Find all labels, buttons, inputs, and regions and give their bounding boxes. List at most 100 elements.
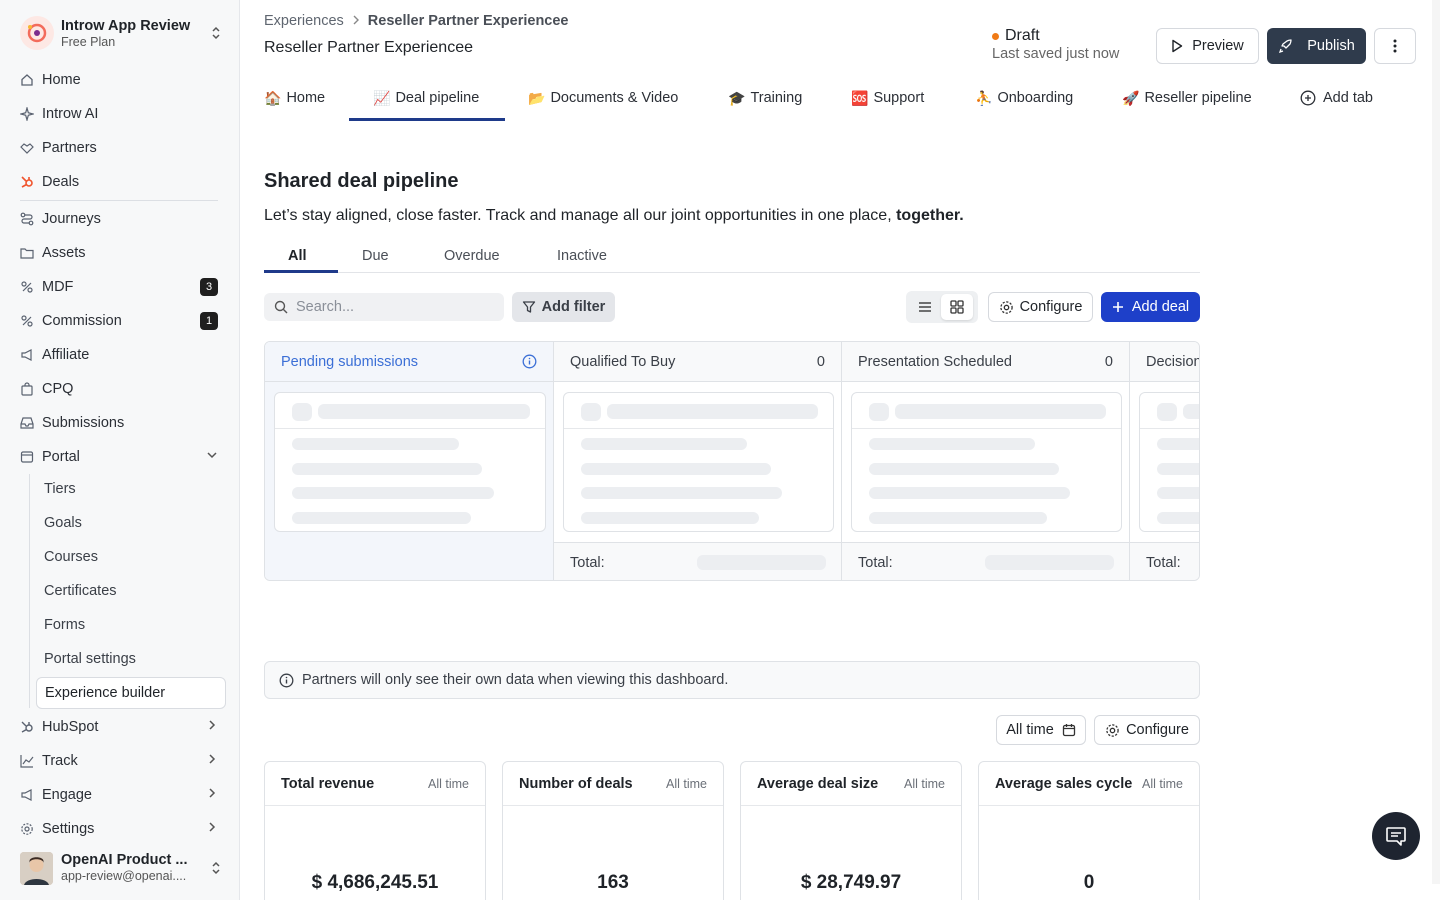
tab-label: Training (750, 90, 803, 106)
chevron-right-icon (206, 820, 218, 838)
configure-pipeline-button[interactable]: Configure (988, 292, 1093, 322)
chat-support-button[interactable] (1372, 812, 1420, 860)
person-running-icon: ⛹ (975, 89, 993, 106)
tab-onboarding[interactable]: ⛹ Onboarding (975, 78, 1073, 118)
pipeline-column-pending: Pending submissions (265, 342, 554, 580)
sidebar-item-home[interactable]: Home (20, 65, 224, 95)
column-footer: Total: (842, 542, 1129, 580)
add-deal-button[interactable]: Add deal (1101, 292, 1200, 322)
configure-label: Configure (1019, 299, 1083, 315)
graduation-cap-icon: 🎓 (728, 89, 746, 106)
sidebar-item-label: Commission (42, 313, 122, 329)
user-menu[interactable]: OpenAI Product ... app-review@openai.... (20, 850, 224, 886)
add-filter-button[interactable]: Add filter (512, 292, 615, 322)
sos-icon: 🆘 (851, 89, 869, 106)
sidebar-subitem-courses[interactable]: Courses (36, 542, 226, 572)
column-header[interactable]: Decision (1130, 342, 1199, 382)
info-icon (279, 673, 294, 688)
workspace-plan: Free Plan (61, 34, 116, 49)
column-header[interactable]: Pending submissions (265, 342, 553, 382)
sidebar-item-journeys[interactable]: Journeys (20, 204, 224, 234)
workspace-switcher[interactable]: Introw App Review Free Plan (20, 14, 224, 52)
sidebar-item-settings[interactable]: Settings (20, 814, 224, 844)
column-title: Pending submissions (281, 353, 419, 370)
board-view-button[interactable] (941, 294, 973, 320)
sidebar-item-introw-ai[interactable]: Introw AI (20, 99, 224, 129)
sidebar-item-affiliate[interactable]: Affiliate (20, 340, 224, 370)
column-title: Presentation Scheduled (858, 353, 1012, 370)
preview-button[interactable]: Preview (1156, 28, 1259, 64)
sidebar-item-label: CPQ (42, 381, 74, 397)
tab-deal-pipeline[interactable]: 📈 Deal pipeline (373, 78, 479, 118)
tab-training[interactable]: 🎓 Training (728, 78, 802, 118)
sidebar-item-hubspot[interactable]: HubSpot (20, 712, 224, 742)
stat-card-number-of-deals: Number of deals All time 163 (502, 761, 724, 900)
sidebar-subitem-experience-builder[interactable]: Experience builder (36, 677, 226, 709)
stat-value: 163 (597, 872, 629, 893)
skeleton-card (851, 392, 1122, 532)
sidebar-subitem-tiers[interactable]: Tiers (36, 474, 226, 504)
stat-card-average-sales-cycle: Average sales cycle All time 0 (978, 761, 1200, 900)
sidebar-item-label: Portal (42, 449, 80, 465)
tab-label: Support (873, 90, 925, 106)
percent-icon (20, 280, 34, 294)
page-title[interactable]: Reseller Partner Experiencee (264, 39, 473, 57)
more-options-button[interactable] (1374, 28, 1416, 64)
sidebar-item-portal[interactable]: Portal (20, 442, 224, 472)
add-tab-button[interactable]: Add tab (1300, 78, 1373, 118)
stat-title: Average deal size (757, 775, 879, 792)
sidebar-subitem-forms[interactable]: Forms (36, 610, 226, 640)
sidebar-item-deals[interactable]: Deals (20, 167, 224, 197)
stat-range: All time (428, 776, 469, 791)
filter-tab-inactive[interactable]: Inactive (557, 240, 607, 272)
column-title: Qualified To Buy (570, 353, 676, 370)
publish-button[interactable]: Publish (1267, 28, 1366, 64)
configure-stats-button[interactable]: Configure (1094, 715, 1200, 745)
user-name: OpenAI Product ... (61, 852, 188, 868)
search-box (264, 293, 504, 321)
breadcrumb-experiences[interactable]: Experiences (264, 13, 344, 29)
hubspot-icon (20, 175, 34, 189)
filter-tab-due[interactable]: Due (362, 240, 389, 272)
sidebar: Introw App Review Free Plan Home Introw … (0, 0, 240, 900)
stat-title: Average sales cycle (995, 775, 1133, 792)
list-view-button[interactable] (909, 294, 941, 320)
sidebar-item-mdf[interactable]: MDF 3 (20, 272, 224, 302)
sidebar-item-commission[interactable]: Commission 1 (20, 306, 224, 336)
sidebar-item-track[interactable]: Track (20, 746, 224, 776)
tab-reseller-pipeline[interactable]: 🚀 Reseller pipeline (1122, 78, 1252, 118)
house-icon: 🏠 (264, 89, 282, 106)
tab-documents-video[interactable]: 📂 Documents & Video (528, 78, 678, 118)
search-input[interactable] (296, 299, 486, 315)
chart-up-icon: 📈 (373, 89, 391, 106)
sidebar-item-submissions[interactable]: Submissions (20, 408, 224, 438)
stat-range: All time (1142, 776, 1183, 791)
last-saved: Last saved just now (992, 46, 1120, 62)
tab-support[interactable]: 🆘 Support (851, 78, 924, 118)
gear-icon (20, 822, 34, 836)
sidebar-subitem-portal-settings[interactable]: Portal settings (36, 644, 226, 674)
plus-circle-icon (1300, 90, 1316, 106)
tab-home[interactable]: 🏠 Home (264, 78, 325, 118)
column-header[interactable]: Qualified To Buy 0 (554, 342, 841, 382)
sidebar-subitem-certificates[interactable]: Certificates (36, 576, 226, 606)
time-range-button[interactable]: All time (996, 715, 1086, 745)
rocket-icon (1278, 38, 1293, 54)
info-icon[interactable] (522, 354, 537, 369)
status-dot (992, 32, 999, 40)
sidebar-item-label: Partners (42, 140, 97, 156)
sidebar-item-engage[interactable]: Engage (20, 780, 224, 810)
play-icon (1171, 39, 1183, 53)
sidebar-item-partners[interactable]: Partners (20, 133, 224, 163)
page-scrollbar[interactable] (1432, 0, 1440, 884)
sidebar-item-assets[interactable]: Assets (20, 238, 224, 268)
status-label: Draft (1005, 27, 1040, 44)
sidebar-item-cpq[interactable]: CPQ (20, 374, 224, 404)
filter-tab-overdue[interactable]: Overdue (444, 240, 500, 272)
filter-tab-all[interactable]: All (288, 240, 307, 272)
sidebar-subitem-goals[interactable]: Goals (36, 508, 226, 538)
column-header[interactable]: Presentation Scheduled 0 (842, 342, 1129, 382)
chevron-right-icon (352, 14, 360, 28)
avatar (20, 851, 53, 885)
pipeline-column-presentation: Presentation Scheduled 0 Total: (842, 342, 1130, 580)
